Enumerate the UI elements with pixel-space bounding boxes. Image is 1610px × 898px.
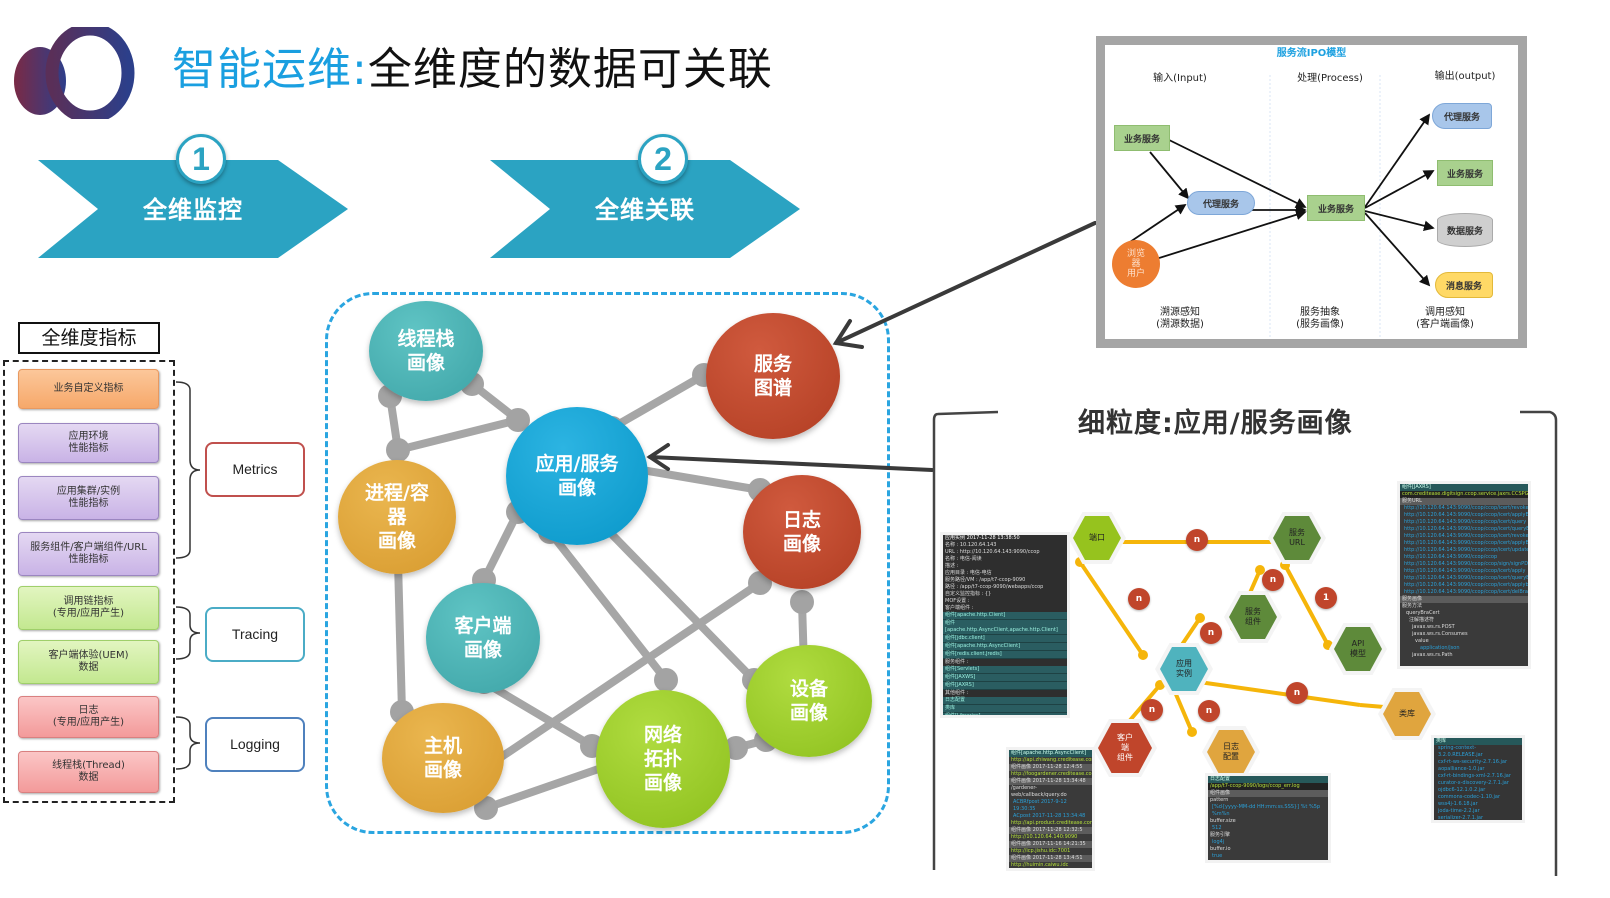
ipo-footer-input: 溯源感知 (溯源数据): [1156, 307, 1204, 330]
library-screenshot: 类库 spring-context-3.2.0.RELEASE.jar cxf-r…: [1434, 738, 1522, 820]
log-panel-row: pattern: [1210, 797, 1229, 803]
client-panel-row: http://api.zhiwang.creditease.corp: [1011, 757, 1092, 763]
ipo-output-proxy-service: 代理服务: [1432, 103, 1492, 129]
client-panel-row: ACBRfpost 2017-9-12 19:30:35: [1013, 799, 1067, 812]
library-item: serializer-2.7.1.jar: [1438, 815, 1484, 820]
ipo-model-panel: 服务流IPO模型 输入(Input) 处理(Process) 输出(output…: [1096, 36, 1527, 348]
ipo-input-business-service: 业务服务: [1114, 125, 1170, 151]
page-title-main: 全维度的数据可关联: [367, 44, 773, 95]
indicator-item: 客户端体验(UEM) 数据: [18, 640, 159, 684]
client-panel-row: http://foogardener.creditease.corp: [1011, 771, 1092, 777]
link-host-network: [482, 761, 614, 812]
relation-badge: n: [1198, 700, 1220, 722]
company-logo: [14, 27, 135, 119]
page-title-accent: 智能运维:: [172, 44, 368, 95]
node-process-container-profile: 进程/容 器 画像: [338, 460, 456, 574]
client-panel-row: 组件画像 2017-11-28 12:32:5: [1009, 827, 1092, 834]
node-log-profile: 日志 画像: [743, 475, 861, 589]
client-panel-row: ACpost 2017-11-28 13:34:48: [1013, 813, 1086, 819]
log-panel-row: log4j: [1212, 839, 1225, 845]
ipo-process-business-service: 业务服务: [1307, 195, 1365, 221]
log-panel-row: [%d{yyyy-MM-dd HH:mm:ss.SSS}] %t %5p %m%…: [1212, 804, 1321, 817]
node-network-topology-profile: 网络 拓扑 画像: [596, 690, 730, 828]
log-panel-row: buffer.size: [1210, 818, 1236, 824]
category-metrics: Metrics: [205, 442, 305, 497]
ipo-footer-output: 调用感知 (客户端画像): [1416, 307, 1474, 330]
node-app-service-profile: 应用/服务 画像: [506, 407, 648, 545]
indicator-item: 日志 (专用/应用产生): [18, 696, 159, 738]
step-number-badge: 1: [176, 134, 226, 184]
category-tracing: Tracing: [205, 607, 305, 662]
ipo-col-output: 输出(output): [1434, 71, 1496, 82]
ipo-input-proxy-service: 代理服务: [1187, 191, 1255, 215]
relation-badge: n: [1286, 682, 1308, 704]
ipo-col-process: 处理(Process): [1297, 73, 1363, 84]
log-config-screenshot: 日志配置 /app/t7-ccop-9090/logs/ccop_err.log…: [1208, 776, 1328, 860]
ipo-output-business-service: 业务服务: [1437, 160, 1493, 186]
relation-badge: n: [1262, 569, 1284, 591]
client-panel-row: 组件画像 2017-11-28 13:34:48: [1009, 778, 1092, 785]
node-device-profile: 设备 画像: [746, 645, 872, 757]
ipo-col-input: 输入(Input): [1153, 73, 1207, 84]
node-client-profile: 客户端 画像: [426, 583, 540, 693]
library-item: spring-context-3.2.0.RELEASE.jar: [1438, 745, 1483, 758]
client-panel-row: 组件画像 2017-11-28 12:4:55: [1009, 764, 1092, 771]
link-process-host: [394, 558, 406, 716]
app-instance-screenshot: 应用实例 2017-11-28 13:38:50 名称 : 10.120.64.…: [943, 535, 1067, 715]
client-panel-row: http://10.120.64.140:9090: [1011, 834, 1078, 840]
page-title: 智能运维:全维度的数据可关联: [172, 40, 773, 100]
client-panel-row: 组件画像 2017-11-28 13:4:51: [1009, 855, 1092, 862]
indicator-item: 调用链指标 (专用/应用产生): [18, 586, 159, 630]
indicator-item: 服务组件/客户端组件/URL 性能指标: [18, 532, 159, 576]
library-item: wss4j-1.6.18.jar: [1438, 801, 1478, 807]
library-item: cxf-rt-bindings-xml-2.7.16.jar: [1438, 773, 1511, 779]
jaxrs-component-screenshot: 组件[JAXRS] com.creditease.digitsign.ccop.…: [1400, 484, 1528, 666]
client-panel-row: /gardener-web/callback/query.do: [1011, 785, 1067, 798]
library-item: aopalliance-1.0.jar: [1438, 766, 1485, 772]
log-panel-row: 服务引擎: [1210, 832, 1231, 838]
client-panel-row: 组件画像 2017-11-16 14:21:35: [1009, 841, 1092, 848]
link-app-device: [588, 510, 758, 684]
client-panel-row: http://huimin.caiwu.idc: [1011, 862, 1069, 868]
ipo-output-message-service: 消息服务: [1435, 272, 1493, 298]
log-panel-row: true: [1212, 853, 1223, 859]
category-logging: Logging: [205, 717, 305, 772]
ipo-title: 服务流IPO模型: [1276, 48, 1347, 59]
library-item: commons-codec-1.10.jar: [1438, 794, 1501, 800]
relation-badge: 1: [1315, 587, 1337, 609]
step-number-badge: 2: [638, 134, 688, 184]
client-panel-row: http://api.product.creditease.corp: [1011, 820, 1092, 826]
indicator-item: 业务自定义指标: [18, 369, 159, 409]
library-item: curator-x-discovery-2.7.1.jar: [1438, 780, 1509, 786]
log-panel-row: buffer.io: [1210, 846, 1231, 852]
client-component-screenshot: 组件[apache.http.AsyncClient] http://api.z…: [1009, 750, 1092, 868]
client-panel-row: http://icp.jishu.idc:7001: [1011, 848, 1071, 854]
indicator-item: 线程栈(Thread) 数据: [18, 751, 159, 793]
node-host-profile: 主机 画像: [382, 703, 504, 813]
ipo-footer-process: 服务抽象 (服务画像): [1296, 307, 1344, 330]
relation-badge: n: [1186, 529, 1208, 551]
relation-badge: n: [1128, 588, 1150, 610]
node-thread-profile: 线程栈 画像: [369, 301, 483, 401]
indicators-title: 全维度指标: [18, 322, 160, 354]
relation-badge: n: [1141, 699, 1163, 721]
log-panel-row: 512: [1212, 825, 1222, 831]
category-brackets: [175, 381, 201, 770]
relation-badge: n: [1200, 622, 1222, 644]
ipo-output-data-service: 数据服务: [1437, 213, 1493, 247]
library-item: ojdbc6-12.1.0.2.jar: [1438, 787, 1486, 793]
detail-title: 细粒度:应用/服务画像: [1078, 408, 1353, 439]
step-label: 全维监控: [143, 196, 243, 224]
ipo-input-browser-user: 浏览 器 用户: [1112, 240, 1160, 288]
indicator-item: 应用集群/实例 性能指标: [18, 476, 159, 520]
link-process-app: [394, 416, 522, 454]
indicator-item: 应用环境 性能指标: [18, 423, 159, 463]
arrow-detail-to-app: [648, 455, 934, 472]
library-item: cxf-rt-ws-security-2.7.16.jar: [1438, 759, 1507, 765]
library-item: joda-time-2.2.jar: [1438, 808, 1480, 814]
arrow-ipo-to-servicemap: [834, 221, 1097, 345]
